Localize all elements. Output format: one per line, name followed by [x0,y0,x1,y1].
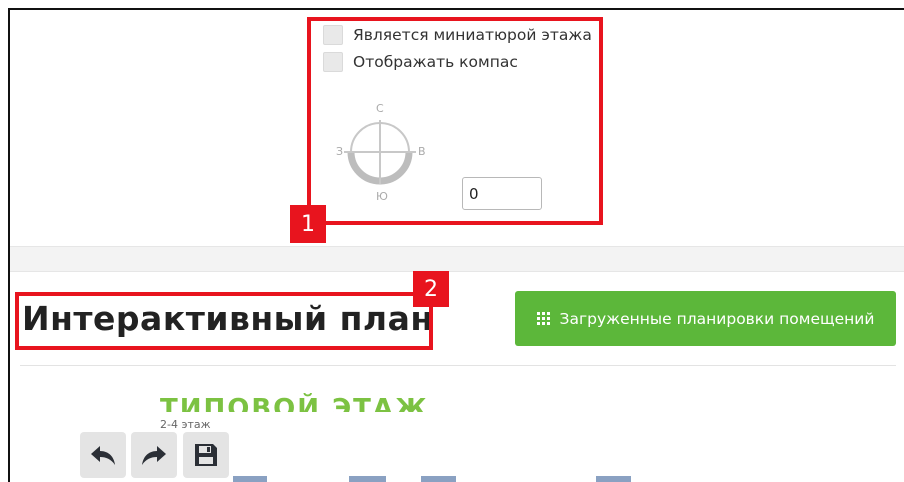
thumbnail-checkbox-row[interactable]: Является миниатюрой этажа [323,25,592,45]
undo-button[interactable] [80,432,126,478]
plan-room-block [421,476,456,482]
uploaded-plans-button-label: Загруженные планировки помещений [559,309,875,328]
compass-checkbox-row[interactable]: Отображать компас [323,52,518,72]
thumbnail-checkbox[interactable] [323,25,343,45]
save-icon [195,444,217,466]
compass-icon [344,120,416,185]
grid-icon [536,312,550,325]
annotation-badge-1: 1 [290,205,326,243]
floor-title: ТИПОВОЙ ЭТАЖ [160,394,429,412]
undo-icon [91,446,115,465]
thumbnail-checkbox-label: Является миниатюрой этажа [353,26,592,44]
uploaded-plans-button[interactable]: Загруженные планировки помещений [515,291,896,346]
annotation-badge-2: 2 [413,271,449,307]
rotation-angle-input[interactable] [462,177,542,210]
plan-room-block [349,476,386,482]
plan-room-block [596,476,631,482]
compass-rotation-control[interactable]: С З В Ю [332,102,428,203]
section-separator-band [10,246,904,272]
compass-checkbox[interactable] [323,52,343,72]
floor-subtitle: 2-4 этаж [160,418,211,431]
redo-button[interactable] [131,432,177,478]
header-divider [20,365,896,366]
redo-icon [142,446,166,465]
compass-north-label: С [376,102,384,115]
annotation-box-2 [15,292,433,350]
save-button[interactable] [183,432,229,478]
compass-west-label: З [336,145,344,158]
compass-east-label: В [418,145,426,158]
compass-south-label: Ю [376,190,388,203]
compass-checkbox-label: Отображать компас [353,53,518,71]
plan-room-block [233,476,267,482]
